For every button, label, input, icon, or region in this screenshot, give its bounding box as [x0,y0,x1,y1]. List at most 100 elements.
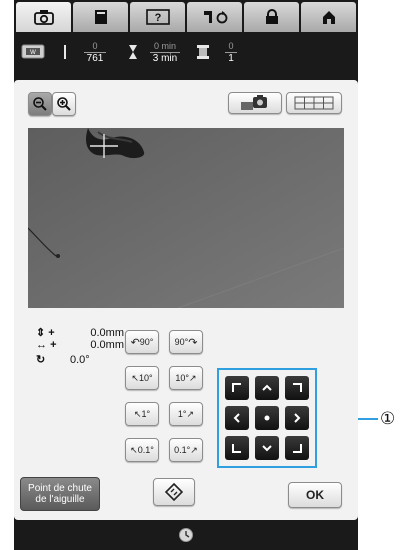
ok-label: OK [306,488,324,502]
svg-text:?: ? [154,12,161,24]
horizontal-sign: + [50,339,57,351]
move-right-button[interactable] [285,406,309,430]
rotation-icon: ↻ [36,354,46,366]
chevron-down-icon [262,445,272,452]
camera-view-button[interactable] [228,92,282,114]
clock-icon [179,528,193,542]
rotate-right-tiny-icon: ↗ [186,408,195,419]
reset-button[interactable] [153,478,195,506]
position-pad [217,368,317,468]
move-up-left-button[interactable] [225,376,249,400]
rotate-cw-10-button[interactable]: 10° ↗ [169,366,203,390]
zoom-out-button[interactable] [28,92,52,116]
rotate-ccw-01-label: 0.1° [137,445,154,455]
tab-settings[interactable] [187,2,242,32]
vertical-offset: ⇕ + 0.0mm [36,326,124,340]
camera-preview[interactable] [28,128,344,308]
rotation-angle: ↻ 0.0° [36,353,124,367]
stitch-count: 0 761 [72,41,118,64]
colors-total: 1 [225,51,237,64]
corner-down-right-icon [293,444,302,453]
zoom-in-button[interactable] [52,92,76,116]
rotate-ccw-1-button[interactable]: ↖ 1° [125,402,159,426]
rotate-right-icon: ↷ [188,336,198,349]
rotate-cw-90-button[interactable]: 90° ↷ [169,330,203,354]
settings-icon [203,11,227,24]
move-up-button[interactable] [255,376,279,400]
needle-drop-point-button[interactable]: Point de chute de l'aiguille [20,477,100,511]
reset-diamond-icon [165,483,183,501]
status-bar: W 0 761 0 min 3 min 0 1 [14,34,358,70]
grid-icon [294,96,334,110]
rotate-cw-1-button[interactable]: 1° ↗ [169,402,203,426]
bottom-bar [14,520,358,550]
vertical-sign: + [48,327,55,339]
rotate-left-tiny-icon: ↖ [133,408,142,419]
thread-spool-icon [196,44,210,60]
rotate-cw-1-label: 1° [177,409,187,419]
needle-drop-label-line1: Point de chute [28,483,92,494]
center-button[interactable] [255,406,279,430]
time-count: 0 min 3 min [142,41,188,64]
callout-number: ① [380,409,396,429]
rotate-right-fine-icon: ↗ [190,444,198,455]
chevron-up-icon [262,384,272,391]
corner-up-left-icon [232,383,241,392]
rotate-ccw-90-label: 90° [139,337,154,347]
help-icon: ? [145,9,170,25]
colors-done: 0 [228,40,234,51]
move-down-right-button[interactable] [285,436,309,460]
corner-up-right-icon [293,383,302,392]
tab-page[interactable] [73,2,128,32]
zoom-in-icon [57,97,71,111]
needle-drop-label-line2: de l'aiguille [35,494,85,505]
time-total: 3 min [149,51,181,64]
move-down-button[interactable] [255,436,279,460]
color-count: 0 1 [214,41,248,64]
machine-screen: ? W 0 761 0 min 3 min 0 1 ⇕ + 0.0mm ↔ + … [14,0,358,550]
ok-button[interactable]: OK [288,482,342,508]
chevron-right-icon [294,413,301,423]
stitches-total: 761 [83,51,107,64]
hourglass-icon [128,44,138,60]
rotate-left-fine-icon: ↖ [130,444,138,455]
rotation-value: 0.0° [70,353,90,366]
frame-icon: W [20,42,48,62]
time-done: 0 min [153,40,176,51]
corner-down-left-icon [232,444,241,453]
move-left-button[interactable] [225,406,249,430]
callout-line [358,418,378,420]
rotate-left-small-icon: ↖ [131,372,139,383]
tab-lock[interactable] [244,2,299,32]
fabric-image [28,128,344,308]
move-down-left-button[interactable] [225,436,249,460]
rotate-cw-01-button[interactable]: 0.1° ↗ [169,438,203,462]
rotate-right-small-icon: ↗ [189,372,197,383]
vertical-value: 0.0mm [90,326,124,339]
move-up-right-button[interactable] [285,376,309,400]
horizontal-arrows-icon: ↔ + [36,339,57,351]
rotate-cw-01-label: 0.1° [174,445,191,455]
rotate-left-icon: ↶ [130,336,140,349]
camera-panel: ⇕ + 0.0mm ↔ + 0.0mm ↻ 0.0° ↶ 90° 90° ↷ ↖ 10… [14,80,358,520]
lock-icon [265,9,278,24]
rotate-ccw-10-button[interactable]: ↖ 10° [125,366,159,390]
home-icon [322,11,335,24]
needle-count-icon [62,44,68,60]
grid-button[interactable] [286,92,342,114]
horizontal-offset: ↔ + 0.0mm [36,339,124,351]
page-icon [94,10,107,24]
chevron-left-icon [233,413,240,423]
tab-home[interactable] [301,2,356,32]
tab-help[interactable]: ? [130,2,185,32]
rotate-cw-90-label: 90° [174,337,189,347]
vertical-arrows-icon: ⇕ + [36,327,55,339]
rotate-ccw-01-button[interactable]: ↖ 0.1° [125,438,159,462]
zoom-out-icon [33,97,47,111]
camera-frame-icon [241,95,267,110]
tab-camera[interactable] [16,2,71,32]
stitches-done: 0 [92,40,98,51]
svg-text:W: W [30,50,36,56]
rotate-ccw-90-button[interactable]: ↶ 90° [125,330,159,354]
rotate-ccw-1-label: 1° [141,409,151,419]
